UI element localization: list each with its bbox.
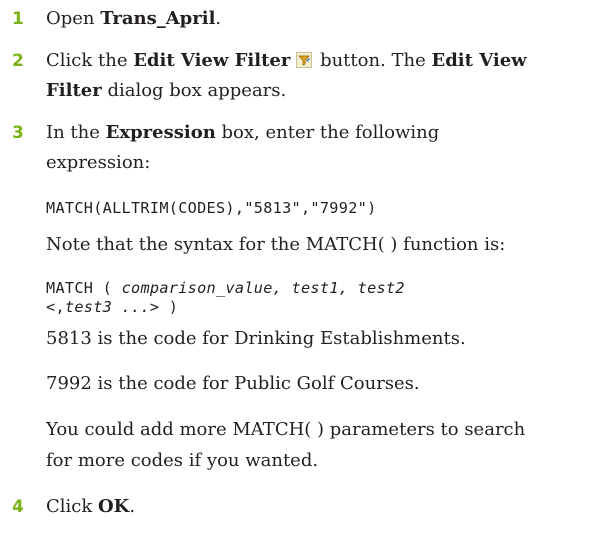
button-name: Edit View Filter	[133, 50, 291, 71]
step-number: 4	[12, 497, 24, 517]
step-text-line-1: Click the Edit View Filter button. The E…	[46, 46, 527, 76]
step-text-line-1: In the Expression box, enter the followi…	[46, 118, 439, 148]
syntax-optional-arguments: test3 ...	[64, 298, 150, 316]
code-description-2: 7992 is the code for Public Golf Courses…	[46, 373, 420, 394]
step-text-suffix: .	[129, 496, 136, 517]
step-text-suffix: .	[215, 8, 222, 29]
syntax-arguments: comparison_value, test1, test2	[121, 279, 405, 297]
step-number: 1	[12, 9, 24, 29]
text-fragment: button. The	[314, 50, 432, 71]
step-text-line-2: expression:	[46, 152, 151, 173]
edit-view-filter-icon	[296, 52, 313, 68]
syntax-line-2: <,test3 ...> )	[46, 297, 178, 317]
text-fragment: dialog box appears.	[101, 80, 287, 101]
button-name: OK	[98, 496, 130, 517]
step-text: Click the Edit View Filter button. The E…	[46, 46, 527, 106]
field-name: Expression	[105, 122, 216, 143]
syntax-note: Note that the syntax for the MATCH( ) fu…	[46, 234, 506, 255]
code-description-1: 5813 is the code for Drinking Establishm…	[46, 328, 466, 349]
syntax-line-1: MATCH ( comparison_value, test1, test2	[46, 278, 405, 298]
step-text-prefix: Click	[46, 496, 98, 517]
text-fragment: In the	[46, 122, 106, 143]
step-text: Open Trans_April.	[46, 4, 221, 34]
tip-line-1: You could add more MATCH( ) parameters t…	[46, 419, 526, 440]
text-fragment: box, enter the following	[215, 122, 440, 143]
dialog-name: Edit View	[431, 50, 527, 71]
syntax-optional-open: <,	[46, 298, 65, 316]
dialog-name: Filter	[46, 80, 102, 101]
step-number: 2	[12, 51, 24, 71]
syntax-function: MATCH (	[46, 279, 113, 297]
step-text: In the Expression box, enter the followi…	[46, 118, 439, 178]
step-text-line-2: Filter dialog box appears.	[46, 76, 527, 106]
tip-line-2: for more codes if you wanted.	[46, 450, 319, 471]
project-name: Trans_April	[100, 8, 216, 29]
step-text: Click OK.	[46, 492, 135, 522]
text-fragment: Click the	[46, 50, 134, 71]
expression-code: MATCH(ALLTRIM(CODES),"5813","7992")	[46, 199, 377, 217]
step-number: 3	[12, 123, 24, 143]
syntax-optional-close: > )	[149, 298, 179, 316]
step-text-prefix: Open	[46, 8, 101, 29]
